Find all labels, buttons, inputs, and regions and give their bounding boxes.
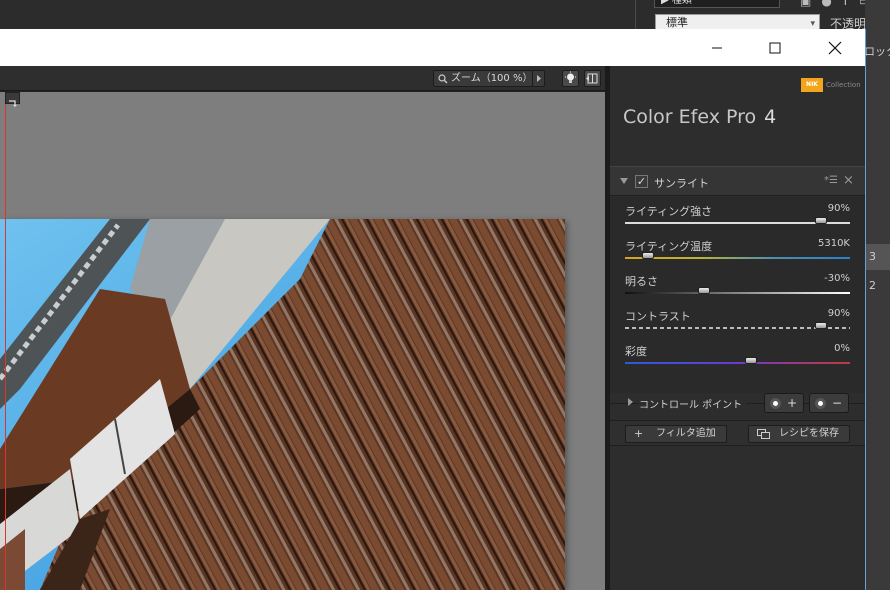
control-point-icon: [770, 398, 781, 409]
slider-contrast: コントラスト 90%: [610, 302, 865, 337]
slider-label: 彩度: [625, 345, 647, 358]
slider-brightness: 明るさ -30%: [610, 267, 865, 302]
zoom-field[interactable]: ズーム（100 %）: [433, 70, 533, 87]
panel-bottom-actions: + フィルタ追加 レシピを保存: [610, 420, 865, 446]
lightbulb-icon: [565, 71, 576, 83]
collapse-triangle-icon[interactable]: [620, 178, 628, 184]
slider-label: ライティング強さ: [625, 205, 713, 218]
host-layer-number: 3: [869, 250, 876, 263]
close-button[interactable]: [812, 29, 858, 66]
slider-label: コントラスト: [625, 310, 691, 323]
guide-line: [5, 92, 6, 590]
wooden-house-photo: [0, 219, 565, 590]
app-version: 4: [764, 106, 777, 128]
host-lock-label: ロック：: [864, 45, 890, 58]
split-view-icon: [586, 73, 598, 84]
recipe-icon: [757, 429, 770, 439]
slider-track[interactable]: [625, 257, 850, 259]
control-points-label: コントロール ポイント: [639, 396, 747, 411]
maximize-icon: [769, 42, 781, 53]
minimize-icon: [712, 47, 722, 48]
minimize-button[interactable]: [694, 29, 740, 66]
remove-control-point-button[interactable]: −: [809, 393, 849, 413]
slider-value: -30%: [824, 273, 850, 284]
preview-toolbar: ズーム（100 %）: [0, 66, 605, 91]
slider-value: 90%: [827, 308, 850, 319]
minus-icon: −: [832, 396, 843, 410]
zoom-label: ズーム（100 %）: [451, 73, 533, 84]
zoom-menu-button[interactable]: [532, 70, 545, 87]
control-point-icon: [815, 398, 826, 409]
add-filter-button[interactable]: + フィルタ追加: [625, 425, 727, 443]
slider-thumb[interactable]: [814, 322, 827, 329]
host-layer-number: 2: [869, 279, 876, 292]
host-layers-panel: [865, 0, 890, 590]
magnifier-icon: [438, 74, 448, 84]
slider-list: ライティング強さ 90% ライティング温度 5310K 明るさ -30% コント…: [610, 197, 865, 393]
app-title: Color Efex Pro 4: [623, 106, 776, 128]
caret-right-icon: [537, 75, 541, 82]
corner-arrow-icon: [9, 100, 17, 107]
window-titlebar: [0, 29, 865, 66]
filter-remove-icon[interactable]: ×: [843, 173, 854, 188]
slider-value: 5310K: [817, 238, 850, 249]
maximize-button[interactable]: [752, 29, 798, 66]
slider-saturation: 彩度 0%: [610, 337, 865, 372]
nik-logo-mark: NIK: [801, 78, 823, 92]
color-efex-window: ズーム（100 %） NIK Collection Color Efex Pro…: [0, 29, 866, 590]
slider-thumb[interactable]: [745, 357, 757, 364]
save-recipe-button[interactable]: レシピを保存: [748, 425, 850, 443]
rotate-corner-button[interactable]: [5, 92, 20, 107]
host-blend-mode-value: 標準: [666, 16, 688, 29]
control-points-row: コントロール ポイント + −: [610, 393, 865, 415]
save-recipe-label: レシピを保存: [779, 428, 839, 439]
expand-triangle-icon[interactable]: [628, 398, 633, 406]
add-filter-label: フィルタ追加: [656, 428, 716, 439]
preview-canvas[interactable]: [0, 92, 605, 590]
plus-icon: +: [787, 396, 798, 410]
slider-thumb[interactable]: [641, 252, 654, 259]
slider-label: ライティング温度: [625, 240, 713, 253]
slider-thumb[interactable]: [697, 287, 710, 294]
host-divider: [635, 0, 636, 30]
filter-menu-icon[interactable]: *☰: [824, 175, 838, 186]
slider-label: 明るさ: [625, 275, 658, 288]
slider-light-temperature: ライティング温度 5310K: [610, 232, 865, 267]
filter-header-sunlight[interactable]: ✓ サンライト *☰ ×: [610, 166, 865, 196]
slider-track[interactable]: [625, 362, 850, 364]
nik-logo-text: Collection: [826, 81, 861, 89]
close-icon: [828, 41, 842, 54]
app-name: Color Efex Pro: [623, 106, 757, 128]
plus-icon: +: [634, 427, 644, 440]
preview-photo: [0, 219, 565, 590]
slider-thumb[interactable]: [814, 217, 827, 224]
slider-value: 0%: [834, 343, 850, 354]
filter-name: サンライト: [654, 177, 709, 190]
slider-light-strength: ライティング強さ 90%: [610, 197, 865, 232]
filter-enable-checkbox[interactable]: ✓: [635, 175, 648, 188]
host-layer-filter[interactable]: ▶ 種類: [654, 0, 780, 8]
slider-track[interactable]: [625, 292, 850, 294]
slider-value: 90%: [827, 203, 850, 214]
light-bulb-button[interactable]: [562, 70, 579, 87]
filter-panel: NIK Collection Color Efex Pro 4 ✓ サンライト *…: [610, 66, 865, 590]
add-control-point-button[interactable]: +: [764, 393, 804, 413]
compare-view-button[interactable]: [584, 70, 601, 87]
